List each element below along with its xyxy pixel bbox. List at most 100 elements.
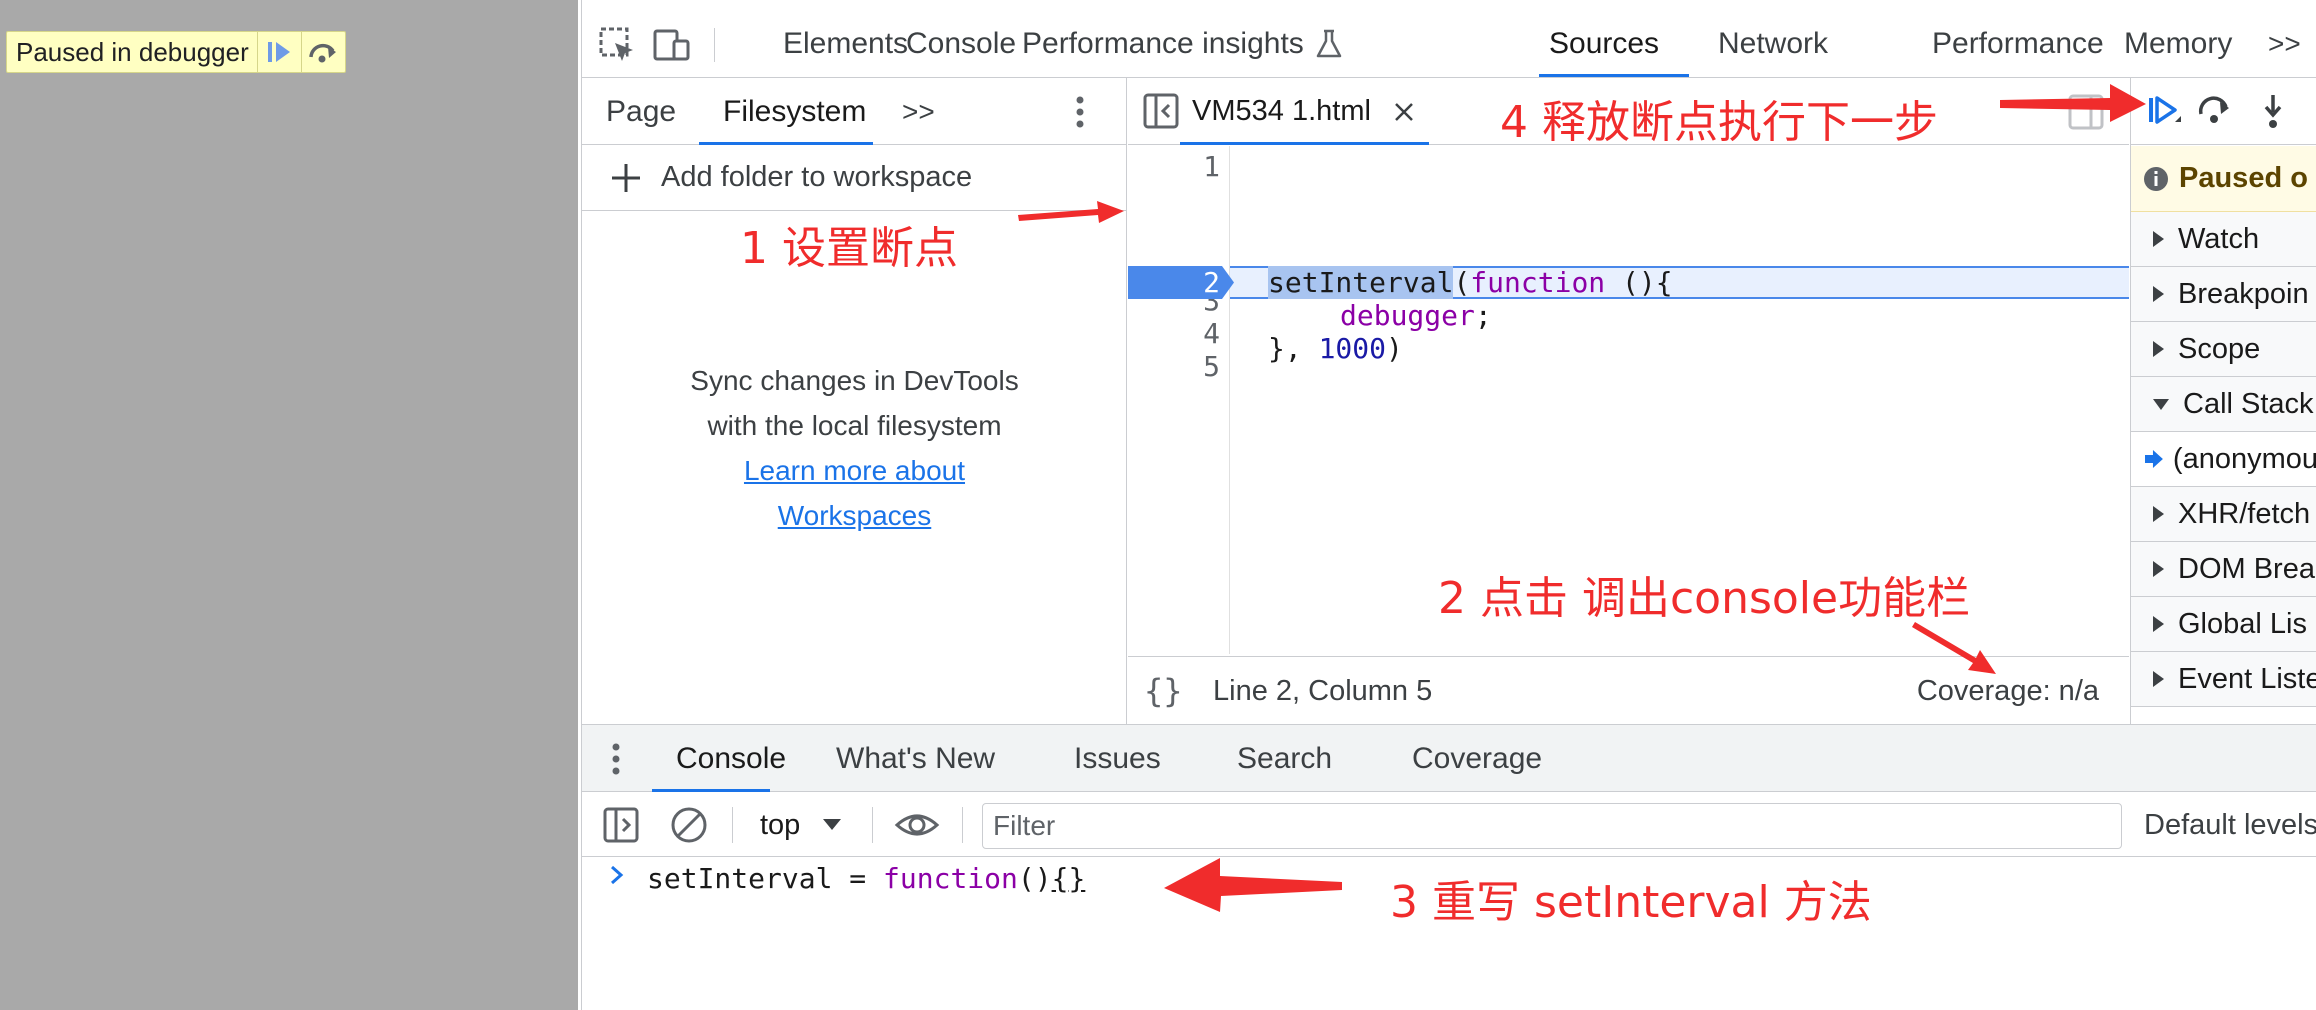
eye-icon bbox=[894, 814, 940, 836]
code-line-3: debugger; bbox=[1340, 299, 1492, 332]
toolbar-divider bbox=[714, 28, 715, 62]
nav-tab-page[interactable]: Page bbox=[606, 78, 676, 145]
toggle-debugger-button[interactable] bbox=[2067, 93, 2105, 136]
tab-network[interactable]: Network bbox=[1718, 10, 1828, 77]
toggle-navigator-button[interactable] bbox=[1142, 92, 1180, 135]
annotation-override-setinterval: 3 重写 setInterval 方法 bbox=[1390, 877, 1872, 928]
device-mode-icon bbox=[653, 29, 690, 61]
paused-label: Paused in debugger bbox=[16, 36, 249, 67]
file-tab-vm534[interactable]: VM534 1.html bbox=[1180, 78, 1429, 145]
tab-elements[interactable]: Elements bbox=[783, 10, 908, 77]
pane-dom-breakpoints[interactable]: DOM Brea bbox=[2131, 542, 2316, 597]
sources-navigator: Page Filesystem >> Add folder to workspa… bbox=[582, 78, 1127, 724]
line-number[interactable]: 4 bbox=[1128, 317, 1220, 350]
page-viewport: Paused in debugger bbox=[0, 0, 578, 1010]
pane-watch[interactable]: Watch bbox=[2131, 212, 2316, 267]
overlay-step-over-button[interactable] bbox=[300, 32, 345, 72]
collapse-icon bbox=[2153, 398, 2169, 410]
annotation-resume: 4 释放断点执行下一步 bbox=[1500, 97, 1938, 148]
drawer-tab-coverage[interactable]: Coverage bbox=[1412, 725, 1542, 792]
paused-in-debugger-overlay: Paused in debugger bbox=[6, 31, 346, 73]
step-over-button[interactable] bbox=[2195, 92, 2235, 137]
learn-more-workspaces-link[interactable]: Learn more about Workspaces bbox=[582, 448, 1127, 538]
sync-line-2: with the local filesystem bbox=[707, 410, 1002, 441]
more-tabs-button[interactable]: >> bbox=[2268, 10, 2301, 77]
step-into-button[interactable] bbox=[2253, 92, 2293, 137]
breakpoint-marker[interactable]: 2 bbox=[1128, 266, 1234, 299]
tab-sources[interactable]: Sources bbox=[1538, 10, 1690, 77]
toolbar-divider bbox=[962, 807, 963, 843]
pane-xhr-breakpoints[interactable]: XHR/fetch bbox=[2131, 487, 2316, 542]
tab-memory[interactable]: Memory bbox=[2124, 10, 2232, 77]
link-line-2: Workspaces bbox=[777, 500, 932, 531]
add-folder-button[interactable]: Add folder to workspace bbox=[582, 145, 1127, 211]
expand-icon bbox=[2153, 341, 2164, 357]
line-number[interactable]: 5 bbox=[1128, 350, 1220, 383]
pane-label: Global Lis bbox=[2178, 607, 2307, 640]
line-number[interactable]: 1 bbox=[1128, 150, 1220, 183]
pane-label: DOM Brea bbox=[2178, 552, 2315, 585]
call-frame-label: (anonymou bbox=[2172, 442, 2316, 475]
expand-icon bbox=[2153, 286, 2164, 302]
paused-on-breakpoint-banner: Paused o bbox=[2131, 146, 2316, 212]
line-gutter[interactable]: 1 3 4 5 bbox=[1128, 146, 1230, 654]
drawer-tabs: Console What's New Issues Search Coverag… bbox=[582, 725, 2316, 792]
drawer-tab-whats-new[interactable]: What's New bbox=[836, 725, 995, 792]
pane-global-listeners[interactable]: Global Lis bbox=[2131, 597, 2316, 652]
coverage-status[interactable]: Coverage: n/a bbox=[1917, 657, 2099, 725]
context-selector[interactable]: top bbox=[760, 793, 842, 857]
filter-input[interactable] bbox=[982, 803, 2122, 849]
cursor-position: Line 2, Column 5 bbox=[1213, 674, 1433, 707]
live-expression-button[interactable] bbox=[894, 805, 940, 850]
pane-call-stack[interactable]: Call Stack bbox=[2131, 377, 2316, 432]
resume-button[interactable] bbox=[2145, 92, 2185, 137]
nav-menu-button[interactable] bbox=[1074, 78, 1086, 145]
log-levels-dropdown[interactable]: Default levels bbox=[2144, 793, 2316, 857]
pane-breakpoints[interactable]: Breakpoin bbox=[2131, 267, 2316, 322]
code-token-braces: {} bbox=[1051, 862, 1086, 895]
more-vertical-icon bbox=[1076, 96, 1084, 127]
sidebar-toggle-icon bbox=[603, 807, 639, 843]
pane-label: Event Liste bbox=[2178, 662, 2316, 695]
devtools-window: Elements Console Performance insights So… bbox=[581, 0, 2316, 1010]
svg-text:{}: {} bbox=[1144, 672, 1183, 710]
info-icon bbox=[2144, 166, 2168, 191]
toolbar-divider bbox=[732, 807, 733, 843]
pane-label: Call Stack bbox=[2183, 387, 2314, 420]
close-icon[interactable] bbox=[1393, 101, 1415, 123]
nav-more-tabs-button[interactable]: >> bbox=[902, 78, 935, 145]
overlay-resume-button[interactable] bbox=[256, 32, 301, 72]
pane-scope[interactable]: Scope bbox=[2131, 322, 2316, 377]
annotation-open-console: 2 点击 调出console功能栏 bbox=[1438, 573, 1971, 624]
drawer-tab-search[interactable]: Search bbox=[1237, 725, 1332, 792]
tab-performance-insights[interactable]: Performance insights bbox=[1022, 10, 1344, 77]
code-token-fn: setInterval bbox=[1268, 266, 1454, 299]
tab-console[interactable]: Console bbox=[906, 10, 1016, 77]
console-sidebar-toggle[interactable] bbox=[602, 806, 640, 849]
drawer-menu-button[interactable] bbox=[610, 725, 622, 792]
nav-tab-filesystem[interactable]: Filesystem bbox=[723, 78, 866, 145]
line-number-active: 2 bbox=[1203, 266, 1220, 299]
braces-icon: {} bbox=[1144, 672, 1183, 710]
code-token-keyword: debugger bbox=[1340, 299, 1475, 332]
drawer-tab-issues[interactable]: Issues bbox=[1074, 725, 1161, 792]
step-over-icon bbox=[2198, 96, 2229, 123]
expand-icon bbox=[2153, 561, 2164, 577]
pane-event-listeners[interactable]: Event Liste bbox=[2131, 652, 2316, 707]
paused-banner-text: Paused o bbox=[2179, 162, 2308, 194]
clear-console-button[interactable] bbox=[670, 806, 708, 849]
chevron-down-icon bbox=[823, 819, 842, 830]
code-token: ; bbox=[1474, 299, 1492, 332]
tab-performance-insights-label: Performance insights bbox=[1022, 26, 1304, 60]
expand-icon bbox=[2153, 506, 2164, 522]
plus-icon bbox=[612, 163, 640, 192]
device-toolbar-button[interactable] bbox=[649, 22, 695, 68]
pretty-print-button[interactable]: {} bbox=[1142, 670, 1186, 715]
drawer-tab-console[interactable]: Console bbox=[676, 725, 786, 792]
tab-performance[interactable]: Performance bbox=[1932, 10, 2104, 77]
inspect-element-button[interactable] bbox=[594, 22, 640, 68]
call-frame-anonymous[interactable]: (anonymou bbox=[2131, 432, 2316, 487]
code-token-keyword: function bbox=[1470, 266, 1606, 299]
expand-icon bbox=[2153, 231, 2164, 247]
add-folder-label: Add folder to workspace bbox=[661, 161, 973, 193]
